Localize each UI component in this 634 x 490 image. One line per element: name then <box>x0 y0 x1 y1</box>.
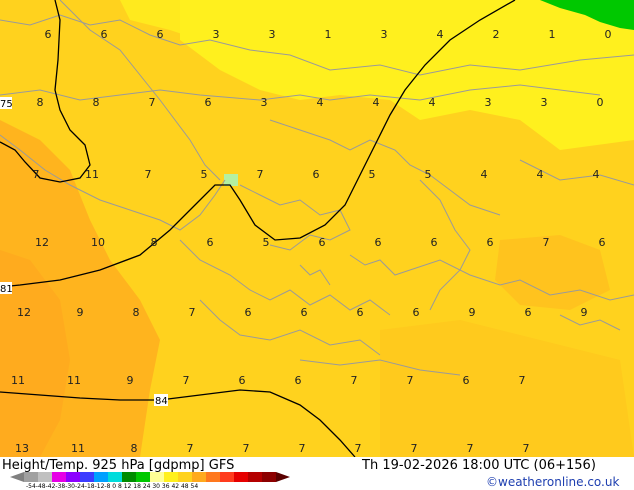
temperature-value: 9 <box>77 306 84 319</box>
temperature-value: 4 <box>437 28 444 41</box>
temperature-value: 2 <box>493 28 500 41</box>
temperature-value: 6 <box>431 236 438 249</box>
temperature-value: 5 <box>263 236 270 249</box>
temperature-value: 10 <box>91 236 105 249</box>
scale-tick-labels: -54-48-42-38-30-24-18-12-8 0 8 12 18 24 … <box>26 483 199 490</box>
temperature-value: 6 <box>157 28 164 41</box>
temperature-value: 5 <box>201 168 208 181</box>
temperature-value: 6 <box>205 96 212 109</box>
temperature-value: 4 <box>537 168 544 181</box>
temperature-value: 7 <box>523 442 530 455</box>
temperature-value: 6 <box>101 28 108 41</box>
temperature-value: 5 <box>425 168 432 181</box>
temperature-value: 11 <box>67 374 81 387</box>
temperature-value: 8 <box>93 96 100 109</box>
temperature-value: 6 <box>207 236 214 249</box>
temperature-value: 3 <box>541 96 548 109</box>
temperature-value: 1 <box>549 28 556 41</box>
temperature-value: 3 <box>485 96 492 109</box>
cold-spot <box>224 174 238 186</box>
temperature-value: 1 <box>325 28 332 41</box>
temperature-value: 7 <box>519 374 526 387</box>
temperature-value: 11 <box>85 168 99 181</box>
temperature-value: 6 <box>413 306 420 319</box>
temperature-value: 6 <box>599 236 606 249</box>
temperature-value: 3 <box>261 96 268 109</box>
temperature-value: 7 <box>183 374 190 387</box>
temperature-value: 7 <box>467 442 474 455</box>
temperature-value: 7 <box>145 168 152 181</box>
temperature-value: 6 <box>45 28 52 41</box>
temperature-value: 6 <box>375 236 382 249</box>
temperature-value: 7 <box>243 442 250 455</box>
temperature-value: 7 <box>187 442 194 455</box>
temperature-scale <box>10 472 290 482</box>
temperature-value: 0 <box>605 28 612 41</box>
temperature-value: 6 <box>239 374 246 387</box>
temperature-value: 9 <box>127 374 134 387</box>
isoline-label-81: 81 <box>0 284 13 295</box>
valid-time: Th 19-02-2026 18:00 UTC (06+156) <box>362 458 596 473</box>
temperature-value: 8 <box>131 442 138 455</box>
temperature-value: 4 <box>373 96 380 109</box>
temperature-value: 6 <box>301 306 308 319</box>
temperature-value: 6 <box>525 306 532 319</box>
footer-bar: Height/Temp. 925 hPa [gdpmp] GFS Th 19-0… <box>0 457 634 490</box>
temperature-value: 4 <box>429 96 436 109</box>
temperature-value: 6 <box>319 236 326 249</box>
temperature-value: 7 <box>189 306 196 319</box>
temperature-value: 12 <box>17 306 31 319</box>
temperature-value: 13 <box>15 442 29 455</box>
temperature-value: 6 <box>463 374 470 387</box>
temperature-value: 6 <box>295 374 302 387</box>
temperature-value: 9 <box>469 306 476 319</box>
temperature-value: 7 <box>351 374 358 387</box>
temperature-value: 7 <box>355 442 362 455</box>
temperature-value: 7 <box>299 442 306 455</box>
temperature-value: 5 <box>369 168 376 181</box>
credit-link[interactable]: ©weatheronline.co.uk <box>486 475 619 489</box>
temperature-value: 3 <box>381 28 388 41</box>
isoline-label-75: 75 <box>0 99 13 110</box>
temperature-value: 3 <box>213 28 220 41</box>
temperature-value: 9 <box>581 306 588 319</box>
temperature-value: 4 <box>481 168 488 181</box>
temperature-value: 7 <box>543 236 550 249</box>
temperature-value: 7 <box>407 374 414 387</box>
temperature-value: 7 <box>411 442 418 455</box>
temperature-value: 0 <box>597 96 604 109</box>
temperature-value: 4 <box>593 168 600 181</box>
temperature-value: 4 <box>317 96 324 109</box>
temperature-value: 6 <box>245 306 252 319</box>
temperature-value: 7 <box>257 168 264 181</box>
temperature-value: 7 <box>33 168 40 181</box>
temperature-value: 11 <box>71 442 85 455</box>
temperature-value: 11 <box>11 374 25 387</box>
temperature-value: 6 <box>313 168 320 181</box>
isoline-label-84: 84 <box>155 396 168 407</box>
temperature-value: 7 <box>149 96 156 109</box>
temperature-value: 3 <box>269 28 276 41</box>
temperature-value: 8 <box>37 96 44 109</box>
weather-map: 75 81 84 6 6 6 3 3 1 3 4 2 1 08 8 7 6 3 4 4 4 3 3 07 11 7 5 7 6 5 5… <box>0 0 634 457</box>
temperature-value: 6 <box>487 236 494 249</box>
temperature-value: 8 <box>151 236 158 249</box>
temperature-value: 6 <box>357 306 364 319</box>
temperature-value: 8 <box>133 306 140 319</box>
temperature-value: 12 <box>35 236 49 249</box>
